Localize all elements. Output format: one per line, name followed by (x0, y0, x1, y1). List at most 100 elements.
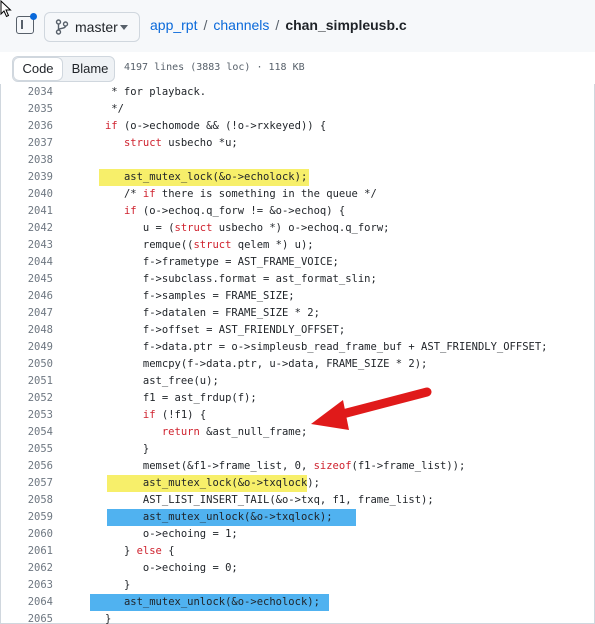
code-text: AST_LIST_INSERT_TAIL(&o->txq, f1, frame_… (86, 494, 434, 506)
code-line: 2036 if (o->echomode && (!o->rxkeyed)) { (0, 118, 595, 135)
line-number[interactable]: 2053 (0, 407, 53, 424)
breadcrumb-repo-link[interactable]: app_rpt (150, 17, 197, 33)
code-line: 2042 u = (struct usbecho *) o->echoq.q_f… (0, 220, 595, 237)
line-number[interactable]: 2036 (0, 118, 53, 135)
line-number[interactable]: 2047 (0, 305, 53, 322)
code-line: 2059 ast_mutex_unlock(&o->txqlock); (0, 509, 595, 526)
line-number[interactable]: 2049 (0, 339, 53, 356)
line-number[interactable]: 2064 (0, 594, 53, 611)
line-number[interactable]: 2040 (0, 186, 53, 203)
line-number[interactable]: 2061 (0, 543, 53, 560)
code-text: ast_mutex_unlock(&o->txqlock); (86, 511, 333, 523)
file-stats: 4197 lines (3883 loc) · 118 KB (124, 62, 305, 73)
code-text: struct usbecho *u; (123, 137, 238, 149)
code-text: f1 = ast_frdup(f); (86, 392, 257, 404)
code-text: } else { (86, 545, 175, 557)
file-toolbar: Code Blame 4197 lines (3883 loc) · 118 K… (0, 52, 595, 84)
file-header: master app_rpt / channels / chan_simpleusb.c (0, 0, 595, 53)
git-branch-icon (55, 19, 69, 35)
line-number[interactable]: 2059 (0, 509, 53, 526)
code-text: */ (86, 103, 124, 115)
code-text: return &ast_null_frame; (161, 426, 308, 438)
code-line: 2054 return &ast_null_frame; (0, 424, 595, 441)
code-text: } (86, 443, 150, 455)
line-number[interactable]: 2054 (0, 424, 53, 441)
code-text: o->echoing = 1; (86, 528, 238, 540)
code-text: o->echoing = 0; (86, 562, 238, 574)
code-text: f->datalen = FRAME_SIZE * 2; (86, 307, 320, 319)
red-arrow-icon (311, 387, 432, 430)
line-number[interactable]: 2044 (0, 254, 53, 271)
code-line: 2035 */ (0, 101, 595, 118)
code-line: 2065 } (0, 611, 595, 624)
code-text: f->subclass.format = ast_format_slin; (86, 273, 377, 285)
code-text: ast_mutex_unlock(&o->echolock); (86, 596, 320, 608)
tab-blame[interactable]: Blame (65, 57, 115, 81)
code-line: 2043 remque((struct qelem *) u); (0, 237, 595, 254)
code-line: 2055 } (0, 441, 595, 458)
mouse-cursor-icon (0, 0, 12, 18)
line-number[interactable]: 2045 (0, 271, 53, 288)
breadcrumb-separator: / (275, 17, 280, 33)
code-text: f->samples = FRAME_SIZE; (86, 290, 295, 302)
code-line: 2034 * for playback. (0, 84, 595, 101)
notification-dot (30, 13, 37, 20)
code-text: memset(&f1->frame_list, 0, sizeof(f1->fr… (86, 460, 466, 472)
code-text: } (86, 579, 131, 591)
line-number[interactable]: 2060 (0, 526, 53, 543)
line-number[interactable]: 2037 (0, 135, 53, 152)
line-number[interactable]: 2043 (0, 237, 53, 254)
line-number[interactable]: 2057 (0, 475, 53, 492)
line-number[interactable]: 2046 (0, 288, 53, 305)
tab-code[interactable]: Code (13, 57, 63, 81)
line-number[interactable]: 2050 (0, 356, 53, 373)
code-line: 2040 /* if there is something in the que… (0, 186, 595, 203)
line-number[interactable]: 2056 (0, 458, 53, 475)
code-line: 2057 ast_mutex_lock(&o->txqlock); (0, 475, 595, 492)
code-line: 2049 f->data.ptr = o->simpleusb_read_fra… (0, 339, 595, 356)
code-text: f->data.ptr = o->simpleusb_read_frame_bu… (86, 341, 548, 353)
code-text: remque((struct qelem *) u); (86, 239, 314, 251)
line-number[interactable]: 2042 (0, 220, 53, 237)
sidebar-toggle-icon[interactable] (16, 13, 37, 34)
chevron-down-icon (120, 25, 128, 30)
line-number[interactable]: 2052 (0, 390, 53, 407)
code-line: 2044 f->frametype = AST_FRAME_VOICE; (0, 254, 595, 271)
code-line: 2047 f->datalen = FRAME_SIZE * 2; (0, 305, 595, 322)
code-text: if (o->echoq.q_forw != &o->echoq) { (123, 205, 346, 217)
line-number[interactable]: 2058 (0, 492, 53, 509)
code-text: ast_free(u); (86, 375, 219, 387)
code-line: 2058 AST_LIST_INSERT_TAIL(&o->txq, f1, f… (0, 492, 595, 509)
code-line: 2038 (0, 152, 595, 169)
view-switcher: Code Blame (12, 56, 115, 82)
code-viewer[interactable]: 2034 * for playback. 2035 */2036 if (o->e… (0, 84, 595, 624)
line-number[interactable]: 2038 (0, 152, 53, 169)
branch-selector-button[interactable]: master (44, 12, 140, 42)
code-text: f->offset = AST_FRIENDLY_OFFSET; (86, 324, 346, 336)
line-number[interactable]: 2041 (0, 203, 53, 220)
code-text: if (o->echomode && (!o->rxkeyed)) { (104, 120, 327, 132)
line-number[interactable]: 2063 (0, 577, 53, 594)
breadcrumb-folder-link[interactable]: channels (213, 17, 269, 33)
line-number[interactable]: 2048 (0, 322, 53, 339)
breadcrumb-separator: / (203, 17, 208, 33)
line-number[interactable]: 2062 (0, 560, 53, 577)
code-text: * for playback. (86, 86, 207, 98)
breadcrumb-file-name: chan_simpleusb.c (285, 17, 407, 33)
line-number[interactable]: 2034 (0, 84, 53, 101)
code-text: } (86, 613, 112, 624)
line-number[interactable]: 2051 (0, 373, 53, 390)
code-line: 2062 o->echoing = 0; (0, 560, 595, 577)
line-number[interactable]: 2039 (0, 169, 53, 186)
code-line: 2053 if (!f1) { (0, 407, 595, 424)
breadcrumb: app_rpt / channels / chan_simpleusb.c (150, 17, 407, 33)
line-number[interactable]: 2065 (0, 611, 53, 624)
line-number[interactable]: 2055 (0, 441, 53, 458)
line-number[interactable]: 2035 (0, 101, 53, 118)
code-line: 2048 f->offset = AST_FRIENDLY_OFFSET; (0, 322, 595, 339)
code-text: ast_mutex_lock(&o->txqlock); (86, 477, 320, 489)
code-line: 2064 ast_mutex_unlock(&o->echolock); (0, 594, 595, 611)
code-line: 2061 } else { (0, 543, 595, 560)
code-text: f->frametype = AST_FRAME_VOICE; (86, 256, 339, 268)
code-line: 2041 if (o->echoq.q_forw != &o->echoq) { (0, 203, 595, 220)
